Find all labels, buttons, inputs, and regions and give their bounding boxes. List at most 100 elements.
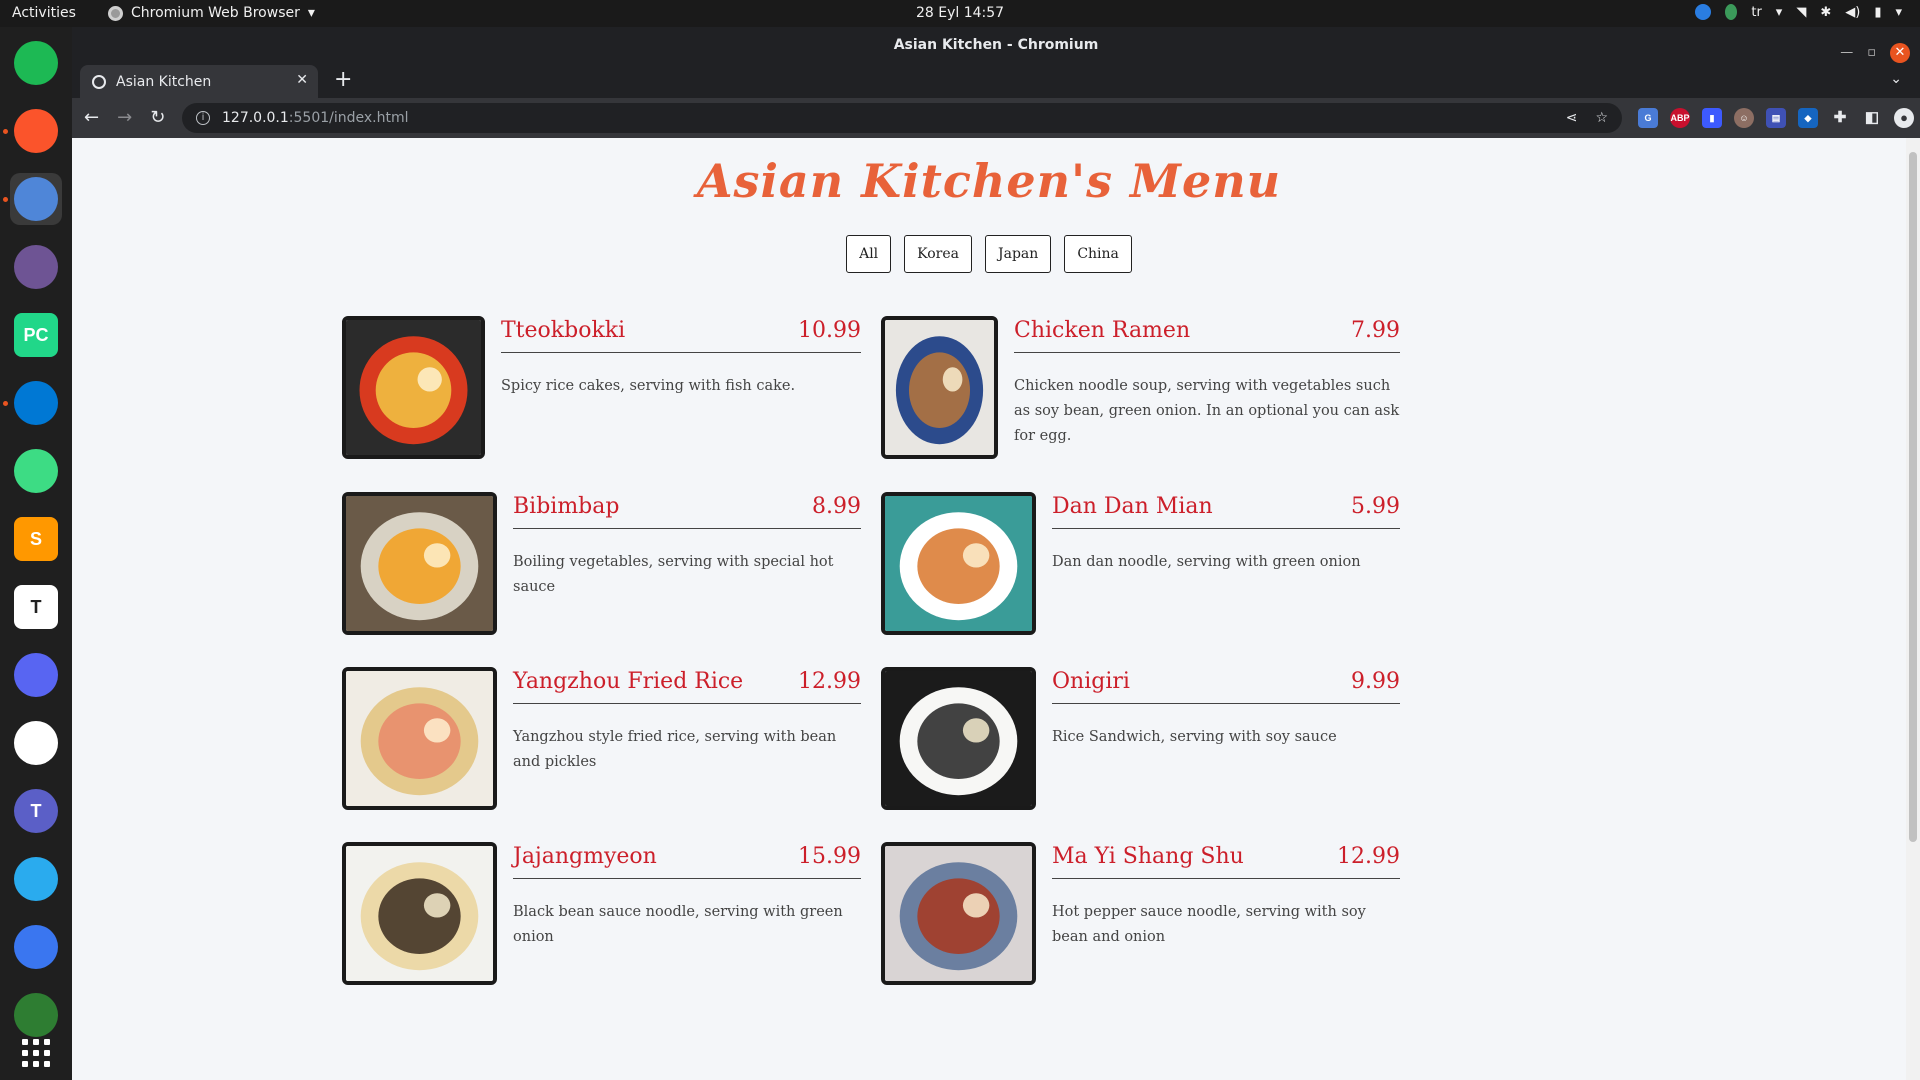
menu-item-price: 12.99	[798, 669, 861, 694]
menu-item-price: 9.99	[1351, 669, 1400, 694]
window-title: Asian Kitchen - Chromium	[893, 37, 1099, 53]
menu-item-price: 15.99	[798, 844, 861, 869]
filter-button-korea[interactable]: Korea	[904, 235, 973, 273]
avatar-extension-icon[interactable]: ☺	[1734, 108, 1754, 128]
apps-grid-glyph	[22, 1039, 50, 1067]
running-indicator	[3, 197, 8, 202]
reload-icon[interactable]: ↻	[150, 107, 165, 128]
filter-button-japan[interactable]: Japan	[985, 235, 1052, 273]
new-tab-button[interactable]: +	[334, 67, 352, 92]
menu-item-description: Dan dan noodle, serving with green onion	[1052, 554, 1361, 570]
filter-button-all[interactable]: All	[846, 235, 892, 273]
menu-item-description: Chicken noodle soup, serving with vegeta…	[1014, 378, 1400, 444]
menu-item-price: 12.99	[1337, 844, 1400, 869]
filter-button-china[interactable]: China	[1064, 235, 1132, 273]
dock-chromium[interactable]	[10, 173, 62, 225]
shield-extension-icon[interactable]: ◆	[1798, 108, 1818, 128]
dock-android-studio[interactable]	[10, 445, 62, 497]
menu-item-divider	[1052, 528, 1400, 529]
dock-github-desktop[interactable]	[10, 241, 62, 293]
menu-item-description: Yangzhou style fried rice, serving with …	[513, 729, 837, 770]
spotify-icon	[14, 41, 58, 85]
status-icon[interactable]	[1695, 4, 1712, 20]
wifi-icon[interactable]: ◥	[1796, 5, 1806, 20]
translate-extension-icon[interactable]: G	[1638, 108, 1658, 128]
apps-grid-icon[interactable]	[10, 1027, 62, 1079]
page-viewport: Asian Kitchen's Menu All Korea Japan China …	[72, 138, 1920, 1080]
menu-item-photo	[342, 492, 497, 635]
puzzle-icon[interactable]: ✚	[1830, 108, 1850, 128]
dock-brave[interactable]	[10, 105, 62, 157]
browser-toolbar: ← → ↻ i 127.0.0.1:5501/index.html ⋖ ☆ G …	[72, 98, 1920, 138]
signal-icon	[14, 925, 58, 969]
running-indicator	[3, 401, 8, 406]
menu-item-photo	[881, 667, 1036, 810]
menu-item-description: Hot pepper sauce noodle, serving with so…	[1052, 904, 1366, 945]
dock: PC S T T	[0, 27, 72, 1080]
menu-item-description: Rice Sandwich, serving with soy sauce	[1052, 729, 1337, 745]
volume-icon[interactable]: ◀)	[1845, 5, 1860, 20]
system-tray[interactable]: tr ▾ ◥ ✱ ◀) ▮ ▾	[1695, 4, 1902, 20]
battery-icon[interactable]: ▮	[1874, 5, 1881, 20]
side-panel-icon[interactable]: ◧	[1862, 108, 1882, 128]
menu-item-divider	[513, 528, 861, 529]
dock-signal[interactable]	[10, 921, 62, 973]
scrollbar[interactable]	[1906, 138, 1920, 1080]
page-title: Asian Kitchen's Menu	[696, 154, 1282, 208]
bookmark-star-icon[interactable]: ☆	[1595, 103, 1608, 133]
back-icon[interactable]: ←	[84, 107, 99, 128]
scrollbar-thumb[interactable]	[1909, 152, 1917, 842]
discord-icon	[14, 653, 58, 697]
dock-teams[interactable]: T	[10, 785, 62, 837]
shield-icon[interactable]	[1725, 4, 1738, 20]
android-studio-icon	[14, 449, 58, 493]
dock-sublime-text[interactable]: S	[10, 513, 62, 565]
food-image	[346, 671, 493, 806]
close-icon[interactable]: ✕	[1890, 43, 1910, 63]
bluetooth-icon[interactable]: ✱	[1820, 5, 1831, 20]
share-icon[interactable]: ⋖	[1566, 103, 1578, 133]
dock-spotify[interactable]	[10, 37, 62, 89]
dock-vscode[interactable]	[10, 377, 62, 429]
keyboard-layout[interactable]: tr	[1751, 5, 1761, 20]
activities-button[interactable]: Activities	[12, 5, 76, 21]
filter-buttons: All Korea Japan China	[72, 235, 1906, 273]
dock-telegram[interactable]	[10, 853, 62, 905]
chromium-icon	[14, 177, 58, 221]
dock-discord[interactable]	[10, 649, 62, 701]
menu-item-divider	[1052, 703, 1400, 704]
tab-asian-kitchen[interactable]: Asian Kitchen ✕	[80, 65, 318, 98]
food-image	[885, 846, 1032, 981]
dock-typora[interactable]: T	[10, 581, 62, 633]
menu-item-price: 8.99	[812, 494, 861, 519]
tab-close-icon[interactable]: ✕	[296, 72, 308, 88]
dock-slack[interactable]	[10, 717, 62, 769]
brave-icon	[14, 109, 58, 153]
menu-item-description: Black bean sauce noodle, serving with gr…	[513, 904, 843, 945]
typora-icon: T	[14, 585, 58, 629]
tab-search-icon[interactable]: ⌄	[1890, 71, 1902, 87]
globe-icon	[92, 74, 106, 89]
chevron-down-icon: ▾	[307, 5, 315, 21]
app-menu[interactable]: Chromium Web Browser ▾	[108, 5, 315, 21]
address-bar[interactable]: i 127.0.0.1:5501/index.html ⋖ ☆	[182, 103, 1622, 133]
forward-icon[interactable]: →	[117, 107, 132, 128]
food-image	[885, 496, 1032, 631]
telegram-icon	[14, 857, 58, 901]
menu-item-photo	[881, 842, 1036, 985]
bookmark-extension-icon[interactable]: ▮	[1702, 108, 1722, 128]
window-titlebar[interactable]: Asian Kitchen - Chromium — ▫ ✕	[72, 27, 1920, 63]
site-info-icon[interactable]: i	[196, 111, 210, 125]
menu-item-photo	[342, 316, 485, 459]
chevron-down-icon: ▾	[1775, 4, 1783, 20]
notes-extension-icon[interactable]: ▤	[1766, 108, 1786, 128]
menu-item-divider	[1014, 352, 1400, 353]
extensions-area: G ABP ▮ ☺ ▤ ◆ ✚ ◧ ● ⋮	[1638, 108, 1920, 128]
adblock-extension-icon[interactable]: ABP	[1670, 108, 1690, 128]
food-image	[346, 846, 493, 981]
app-menu-label: Chromium Web Browser	[131, 5, 300, 21]
menu-item-description: Boiling vegetables, serving with special…	[513, 554, 834, 595]
dock-pycharm[interactable]: PC	[10, 309, 62, 361]
profile-icon[interactable]: ●	[1894, 108, 1914, 128]
slack-icon	[14, 721, 58, 765]
